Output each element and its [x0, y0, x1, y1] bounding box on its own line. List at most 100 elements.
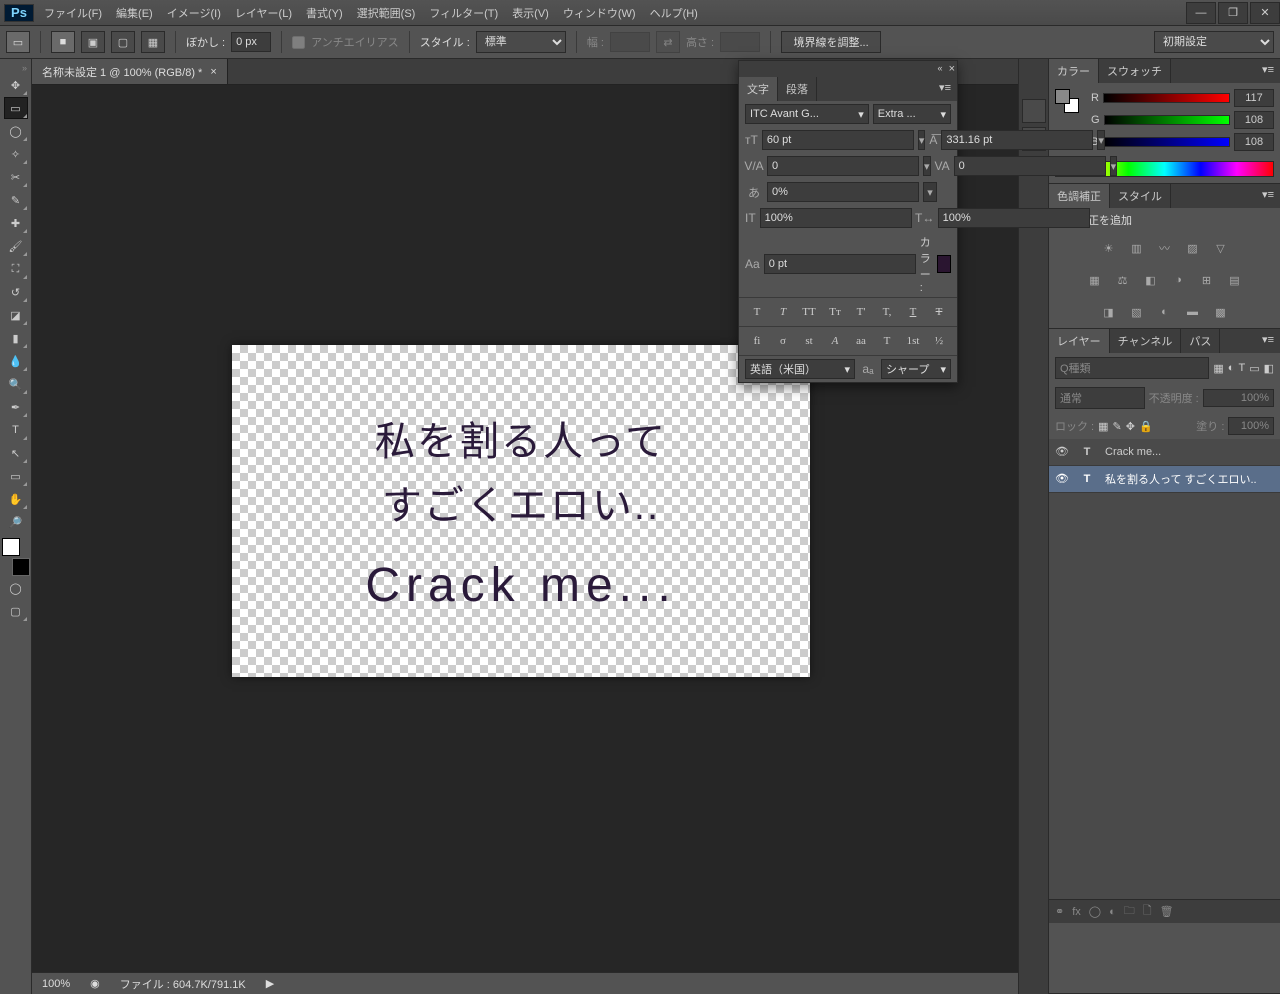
leading-drop[interactable]: ▾: [1097, 130, 1105, 150]
selection-intersect-icon[interactable]: ▦: [141, 31, 165, 53]
adj-mixer-icon[interactable]: ⊞: [1196, 270, 1218, 290]
refine-edge-button[interactable]: 境界線を調整...: [781, 31, 881, 53]
tsume-input[interactable]: [767, 182, 919, 202]
maximize-button[interactable]: ❐: [1218, 2, 1248, 24]
ordinals-button[interactable]: 1st: [902, 331, 924, 351]
gradient-tool[interactable]: ▮: [4, 327, 28, 349]
type-tool[interactable]: T: [4, 419, 28, 441]
menu-select[interactable]: 選択範囲(S): [351, 1, 422, 25]
crop-tool[interactable]: ✂: [4, 166, 28, 188]
adj-bw-icon[interactable]: ◧: [1140, 270, 1162, 290]
quickmask-tool[interactable]: ◯: [4, 577, 28, 599]
doc-tab-close-icon[interactable]: ×: [210, 66, 216, 78]
color-fg-bg[interactable]: [1055, 89, 1079, 113]
magic-wand-tool[interactable]: ✧: [4, 143, 28, 165]
menu-layer[interactable]: レイヤー(L): [229, 1, 298, 25]
eraser-tool[interactable]: ◪: [4, 304, 28, 326]
panel-menu-icon[interactable]: ▾≡: [1256, 329, 1280, 353]
layer-row[interactable]: 👁 T 私を割る人って すごくエロい..: [1049, 466, 1280, 493]
panel-menu-icon[interactable]: ▾≡: [933, 77, 957, 101]
status-preview-icon[interactable]: ◉: [90, 977, 100, 990]
visibility-icon[interactable]: 👁: [1055, 445, 1069, 459]
blend-select[interactable]: 通常: [1055, 387, 1145, 409]
faux-bold-button[interactable]: T: [746, 302, 768, 322]
vscale-input[interactable]: [760, 208, 912, 228]
swash-button[interactable]: A: [824, 331, 846, 351]
adj-hue-icon[interactable]: ▦: [1084, 270, 1106, 290]
opacity-input[interactable]: 100%: [1203, 389, 1274, 407]
kerning-input[interactable]: [767, 156, 919, 176]
lock-all-icon[interactable]: 🔒: [1139, 420, 1153, 433]
panel-collapse-icon[interactable]: «: [938, 63, 943, 75]
menu-help[interactable]: ヘルプ(H): [644, 1, 704, 25]
adj-balance-icon[interactable]: ⚖: [1112, 270, 1134, 290]
leading-input[interactable]: [941, 130, 1093, 150]
workspace-select[interactable]: 初期設定: [1154, 31, 1274, 53]
stamp-tool[interactable]: ⛶: [4, 258, 28, 280]
g-value[interactable]: 108: [1234, 111, 1274, 129]
close-button[interactable]: ✕: [1250, 2, 1280, 24]
mask-icon[interactable]: ◯: [1089, 905, 1101, 918]
tab-paragraph[interactable]: 段落: [778, 77, 817, 101]
menu-edit[interactable]: 編集(E): [110, 1, 159, 25]
dock-icon-1[interactable]: [1022, 99, 1046, 123]
layer-name[interactable]: Crack me...: [1105, 446, 1161, 458]
panel-menu-icon[interactable]: ▾≡: [1256, 184, 1280, 208]
filter-type-icon[interactable]: T: [1238, 362, 1245, 374]
g-slider[interactable]: [1104, 115, 1230, 125]
tab-swatches[interactable]: スウォッチ: [1099, 59, 1171, 83]
feather-input[interactable]: [231, 32, 271, 52]
tracking-drop[interactable]: ▾: [1110, 156, 1118, 176]
language-select[interactable]: 英語（米国）▾: [745, 359, 855, 379]
doc-tab[interactable]: 名称未設定 1 @ 100% (RGB/8) * ×: [32, 59, 228, 84]
font-weight-select[interactable]: Extra ...▾: [873, 104, 951, 124]
tab-character[interactable]: 文字: [739, 77, 778, 101]
menu-filter[interactable]: フィルター(T): [423, 1, 504, 25]
discretionary-button[interactable]: st: [798, 331, 820, 351]
antialias-select[interactable]: シャープ▾: [881, 359, 951, 379]
hand-tool[interactable]: ✋: [4, 488, 28, 510]
blur-tool[interactable]: 💧: [4, 350, 28, 372]
layer-name[interactable]: 私を割る人って すごくエロい..: [1105, 471, 1257, 487]
adj-gradient-icon[interactable]: ▬: [1182, 302, 1204, 322]
faux-italic-button[interactable]: T: [772, 302, 794, 322]
layer-kind-select[interactable]: Q種類: [1055, 357, 1209, 379]
menu-image[interactable]: イメージ(I): [161, 1, 227, 25]
r-slider[interactable]: [1103, 93, 1230, 103]
ligatures-button[interactable]: fi: [746, 331, 768, 351]
adj-levels-icon[interactable]: ▥: [1126, 238, 1148, 258]
tsume-drop[interactable]: ▾: [923, 182, 937, 202]
adj-photo-icon[interactable]: ◑: [1168, 270, 1190, 290]
contextual-button[interactable]: σ: [772, 331, 794, 351]
text-color-swatch[interactable]: [937, 255, 951, 273]
status-zoom[interactable]: 100%: [42, 978, 70, 990]
small-caps-button[interactable]: Tт: [824, 302, 846, 322]
font-size-drop[interactable]: ▾: [918, 130, 926, 150]
marquee-tool-indicator[interactable]: ▭: [6, 31, 30, 53]
baseline-input[interactable]: [764, 254, 916, 274]
tracking-input[interactable]: [954, 156, 1106, 176]
toolstrip-collapse-icon[interactable]: »: [0, 63, 31, 73]
healing-tool[interactable]: ✚: [4, 212, 28, 234]
font-size-input[interactable]: [762, 130, 914, 150]
delete-layer-icon[interactable]: 🗑: [1160, 905, 1174, 918]
menu-view[interactable]: 表示(V): [506, 1, 555, 25]
filter-shape-icon[interactable]: ▭: [1249, 362, 1259, 375]
subscript-button[interactable]: T,: [876, 302, 898, 322]
tab-layers[interactable]: レイヤー: [1049, 329, 1110, 353]
shape-tool[interactable]: ▭: [4, 465, 28, 487]
eyedropper-tool[interactable]: ✎: [4, 189, 28, 211]
adj-curves-icon[interactable]: 〰: [1154, 238, 1176, 258]
selection-add-icon[interactable]: ▣: [81, 31, 105, 53]
selection-new-icon[interactable]: ■: [51, 31, 75, 53]
tab-styles[interactable]: スタイル: [1110, 184, 1171, 208]
adj-exposure-icon[interactable]: ▨: [1182, 238, 1204, 258]
layer-row[interactable]: 👁 T Crack me...: [1049, 439, 1280, 466]
superscript-button[interactable]: T': [850, 302, 872, 322]
filter-adjust-icon[interactable]: ◐: [1228, 362, 1235, 374]
font-family-select[interactable]: ITC Avant G...▾: [745, 104, 869, 124]
fill-input[interactable]: 100%: [1228, 417, 1274, 435]
filter-smart-icon[interactable]: ◧: [1264, 362, 1274, 375]
fractions-button[interactable]: ½: [928, 331, 950, 351]
menu-file[interactable]: ファイル(F): [38, 1, 108, 25]
